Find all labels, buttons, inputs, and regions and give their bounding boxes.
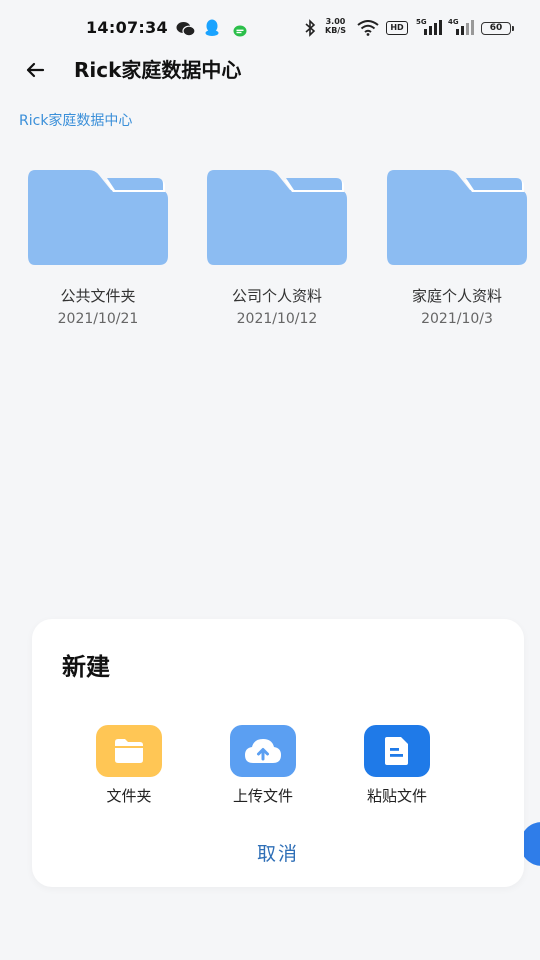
folder-item-family[interactable]: 家庭个人资料 2021/10/3 [382, 166, 532, 329]
action-label: 文件夹 [106, 787, 152, 805]
wifi-icon [357, 20, 379, 40]
status-bar: 14:07:34 3.00 KB/S HD 5G 4G 60 [0, 0, 540, 56]
status-time: 14:07:34 [86, 18, 168, 37]
folder-icon [387, 170, 527, 265]
folder-item-company[interactable]: 公司个人资料 2021/10/12 [202, 166, 352, 329]
signal-4g-icon: 4G [448, 18, 474, 40]
qq-icon [205, 19, 219, 41]
folder-date: 2021/10/12 [236, 311, 318, 327]
cloud-upload-icon [230, 725, 296, 777]
signal-5g-label: 5G [416, 18, 427, 26]
new-item-sheet: 新建 文件夹 上传文件 粘贴文件 取消 [32, 619, 524, 887]
back-arrow-icon [26, 62, 45, 78]
action-label: 粘贴文件 [366, 787, 427, 805]
page-title: Rick家庭数据中心 [74, 58, 242, 82]
upload-file-button[interactable]: 上传文件 [208, 725, 318, 806]
cancel-button[interactable]: 取消 [228, 839, 328, 869]
paste-file-button[interactable]: 粘贴文件 [342, 725, 452, 806]
bluetooth-icon [304, 19, 316, 41]
folder-date: 2021/10/21 [57, 311, 139, 327]
folder-date: 2021/10/3 [421, 311, 493, 327]
document-icon [364, 725, 430, 777]
back-button[interactable] [20, 56, 50, 84]
battery-icon: 60 [481, 22, 514, 35]
message-icon [233, 22, 247, 41]
folder-name: 公司个人资料 [231, 287, 322, 305]
signal-4g-label: 4G [448, 18, 459, 26]
folder-name: 公共文件夹 [60, 287, 136, 305]
folder-icon [96, 725, 162, 777]
new-folder-button[interactable]: 文件夹 [74, 725, 184, 806]
network-speed: 3.00 KB/S [325, 17, 346, 35]
wechat-icon [176, 21, 196, 41]
hd-badge: HD [386, 21, 408, 35]
action-label: 上传文件 [232, 787, 293, 805]
signal-5g-icon: 5G [416, 18, 442, 40]
breadcrumb-current[interactable]: Rick家庭数据中心 [19, 111, 132, 131]
folder-item-public[interactable]: 公共文件夹 2021/10/21 [23, 166, 173, 329]
folder-icon [28, 170, 168, 265]
folder-name: 家庭个人资料 [411, 287, 502, 305]
sheet-title: 新建 [62, 653, 110, 681]
folder-icon [207, 170, 347, 265]
